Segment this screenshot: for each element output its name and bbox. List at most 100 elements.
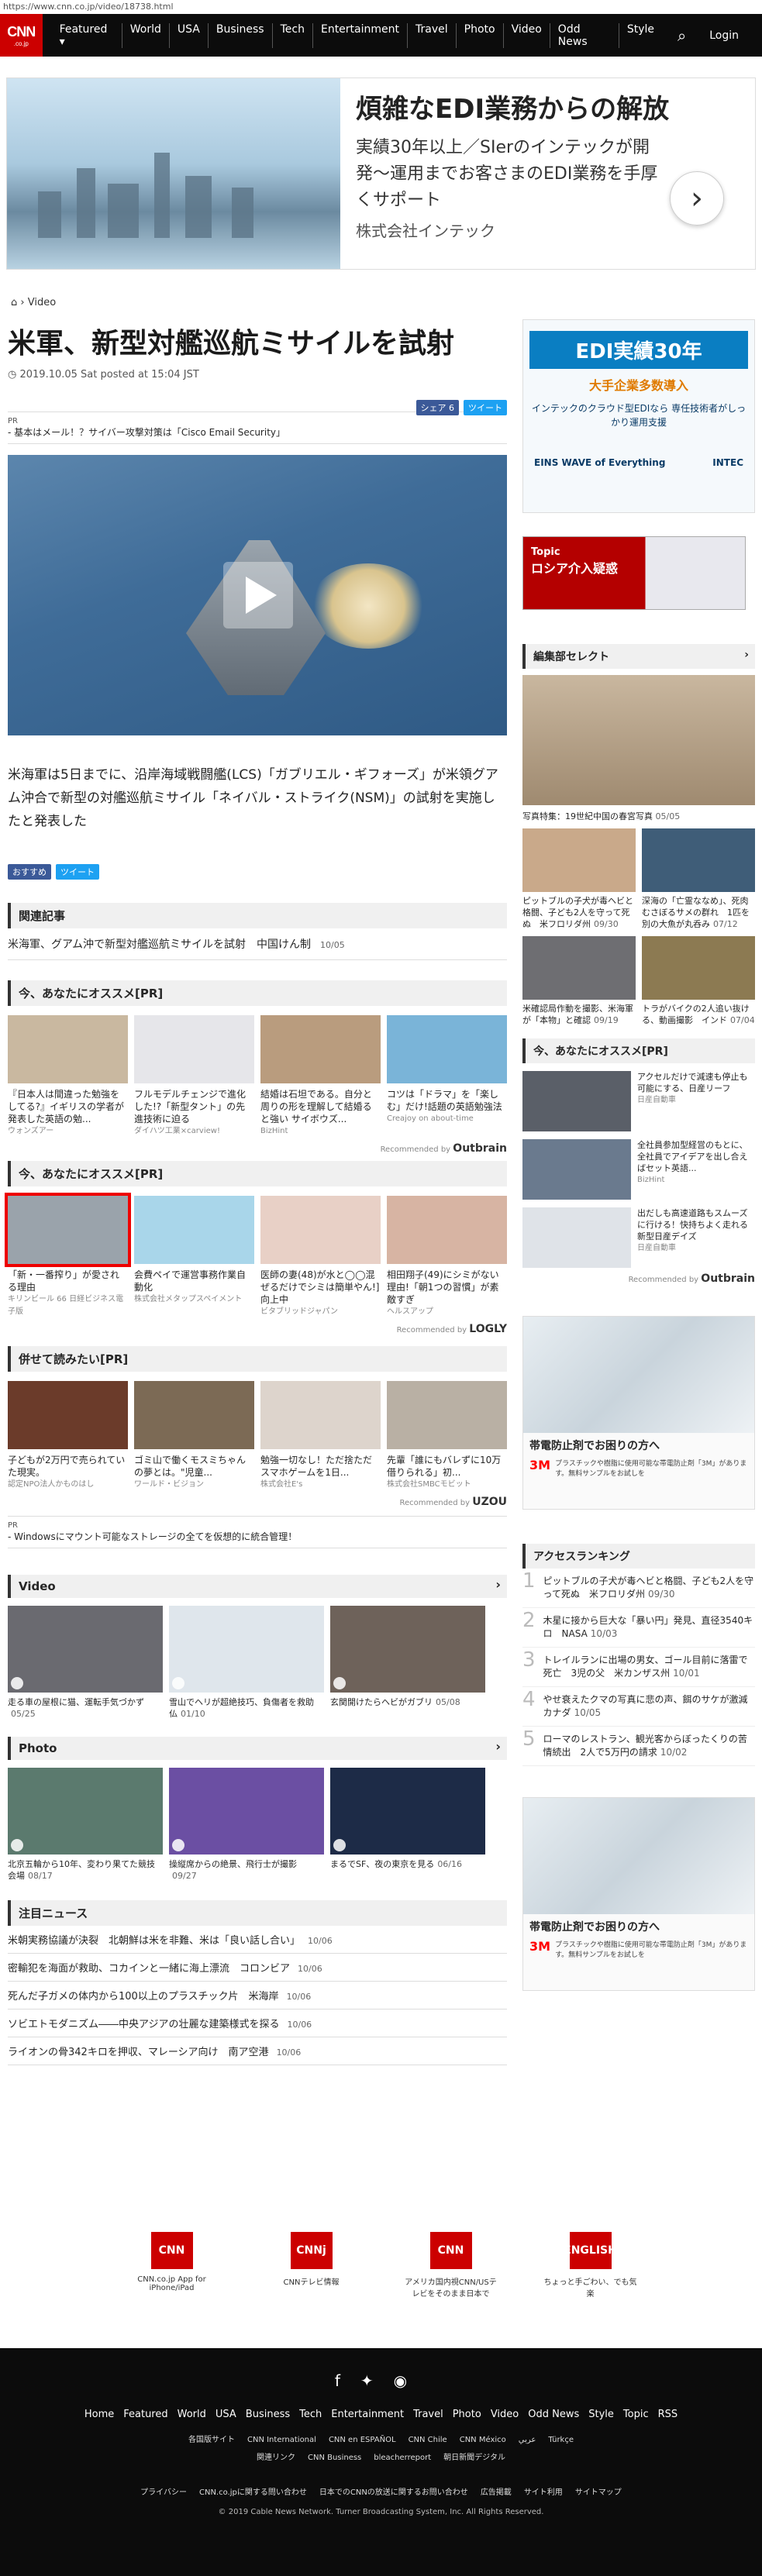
reco2-card[interactable]: 医師の妻(48)が水と◯◯混ぜるだけでシミは簡単やん!]向上中 ビタブリッドジャパ…: [260, 1196, 381, 1318]
side-ad-edi[interactable]: EDI実績30年 大手企業多数導入 インテックのクラウド型EDIなら 専任技術者…: [522, 319, 755, 513]
footer-link[interactable]: Tech: [299, 2409, 322, 2420]
photo-card[interactable]: まるでSF、夜の東京を見る 06/16: [330, 1768, 485, 1882]
reco1-card[interactable]: コツは「ドラマ」を「楽しむ」だけ!話題の英語勉強法 Creajoy on abou…: [387, 1015, 507, 1138]
footer-policy-link[interactable]: 広告掲載: [481, 2488, 512, 2497]
footer-policy-link[interactable]: プライバシー: [140, 2488, 187, 2497]
ranking-item[interactable]: 1 ピットブルの子犬が毒ヘビと格闘、子ども2人を守って死ぬ 米フロリダ州 09/30: [522, 1569, 755, 1608]
reco1-recommended-by[interactable]: Recommended by Outbrain: [8, 1142, 507, 1155]
footer-link[interactable]: Odd News: [528, 2409, 579, 2420]
nav-item-travel[interactable]: Travel: [408, 22, 457, 48]
facebook-recommend-button[interactable]: おすすめ: [8, 864, 51, 880]
ranking-item[interactable]: 3 トレイルランに出場の男女、ゴール目前に落雷で死亡 3児の父 米カンザス州 10/…: [522, 1648, 755, 1687]
nav-item-video[interactable]: Video: [504, 22, 550, 48]
twitter-icon[interactable]: ✦: [360, 2371, 394, 2390]
reco3-card[interactable]: 子どもが2万円で売られていた現実。 認定NPO法人かものはし: [8, 1381, 128, 1491]
video-card[interactable]: 走る車の屋根に猫、運転手気づかず 05/25: [8, 1606, 163, 1720]
side-ad-3m[interactable]: 帯電防止剤でお困りの方へ 3M プラスチックや樹脂に使用可能な帯電防止剤「3M」が…: [522, 1316, 755, 1510]
facebook-share-button[interactable]: シェア 6: [415, 400, 459, 415]
tweet-button-bottom[interactable]: ツイート: [56, 864, 99, 880]
editor-item[interactable]: 米確認局作動を撮影、米海軍が「本物」と確認 09/19: [522, 936, 636, 1026]
footer-link[interactable]: Style: [588, 2409, 614, 2420]
footer-intl-link[interactable]: CNN International: [247, 2436, 316, 2444]
reco3-recommended-by[interactable]: Recommended by UZOU: [8, 1496, 507, 1508]
nav-item-photo[interactable]: Photo: [457, 22, 504, 48]
footer-link[interactable]: Home: [84, 2409, 114, 2420]
nav-item-business[interactable]: Business: [209, 22, 273, 48]
footer-link[interactable]: USA: [215, 2409, 236, 2420]
editor-item[interactable]: ピットブルの子犬が毒ヘビと格闘、子ども2人を守って死ぬ 米フロリダ州 09/30: [522, 828, 636, 930]
editor-select-heading[interactable]: 編集部セレクト ›: [522, 644, 755, 669]
reco1-card[interactable]: 結婚は石坦である。自分と周りの形を理解して結婚ると強い サイボウズ... BizH…: [260, 1015, 381, 1138]
news-item[interactable]: 密輸犯を海面が救助、コカインと一緒に海上漂流 コロンビア 10/06: [8, 1954, 507, 1982]
photo-card[interactable]: 北京五輪から10年、変わり果てた競技会場 08/17: [8, 1768, 163, 1882]
photo-heading[interactable]: Photo ›: [8, 1737, 507, 1760]
pr-link[interactable]: PR - 基本はメール！？サイバー攻撃対策は「Cisco Email Securi…: [8, 412, 507, 444]
footer-link[interactable]: Featured: [123, 2409, 167, 2420]
chevron-right-icon[interactable]: ›: [495, 1739, 501, 1754]
side-reco-item[interactable]: アクセルだけで減速も停止も可能にする、日産リーフ 日産自動車: [522, 1071, 755, 1131]
footer-link[interactable]: Topic: [623, 2409, 649, 2420]
footer-related-link[interactable]: bleacherreport: [374, 2454, 431, 2462]
footer-intl-link[interactable]: CNN México: [460, 2436, 506, 2444]
footer-related-link[interactable]: 関連リンク: [257, 2454, 295, 2462]
chevron-right-icon[interactable]: ›: [670, 171, 724, 226]
side-reco-item[interactable]: 全社員参加型経営のもとに、全社員でアイデアを出し合えばセット英語... BizHi…: [522, 1139, 755, 1200]
footer-link[interactable]: Entertainment: [331, 2409, 404, 2420]
topic-russia-banner[interactable]: Topic ロシア介入疑惑: [522, 536, 746, 610]
footer-link[interactable]: RSS: [658, 2409, 678, 2420]
side-reco-item[interactable]: 出だしも高速道路もスムーズに行ける！快持ちよく走れる新型日産デイズ 日産自動車: [522, 1207, 755, 1268]
ranking-item[interactable]: 5 ローマのレストラン、観光客からぼったくりの苦情続出 2人で5万円の請求 10/0…: [522, 1727, 755, 1766]
photo-card[interactable]: 操縦席からの絶景、飛行士が撮影 09/27: [169, 1768, 324, 1882]
footer-intl-link[interactable]: عربي: [519, 2436, 536, 2444]
related-item[interactable]: 米海軍、グアム沖で新型対艦巡航ミサイルを試射 中国けん制 10/05: [8, 928, 507, 960]
footer-link[interactable]: Travel: [413, 2409, 443, 2420]
footer-link[interactable]: Video: [491, 2409, 519, 2420]
news-item[interactable]: ソビエトモダニズム――中央アジアの壮麗な建築様式を探る 10/06: [8, 2009, 507, 2037]
footer-policy-link[interactable]: サイトマップ: [575, 2488, 622, 2497]
video-player[interactable]: [8, 455, 507, 735]
footer-policy-link[interactable]: サイト利用: [524, 2488, 563, 2497]
pr-link-2[interactable]: PR - Windowsにマウント可能なストレージの全てを仮想的に統合管理！: [8, 1516, 507, 1548]
nav-item-odd-news[interactable]: Odd News: [550, 22, 619, 48]
ranking-item[interactable]: 4 やせ衰えたクマの写真に悲の声、餌のサケが激減 カナダ 10/05: [522, 1687, 757, 1727]
footer-link[interactable]: World: [178, 2409, 206, 2420]
footer-policy-link[interactable]: 日本でのCNNの放送に関するお問い合わせ: [319, 2488, 468, 2497]
nav-item-style[interactable]: Style: [619, 23, 662, 48]
footer-intl-link[interactable]: Türkçe: [548, 2436, 574, 2444]
reco2-card[interactable]: 「新・一番搾り」が愛される理由 キリンビール 66 日経ビジネス電子版: [5, 1193, 131, 1318]
editor-main-item[interactable]: 写真特集：19世紀中国の春宮写真 05/05: [522, 675, 755, 822]
video-card[interactable]: 玄関開けたらヘビがガブリ 05/08: [330, 1606, 485, 1720]
search-icon[interactable]: ⌕: [662, 26, 702, 45]
video-heading[interactable]: Video ›: [8, 1575, 507, 1598]
reco3-card[interactable]: 先輩「誰にもバレずに10万借りられる」初... 株式会社SMBCモビット: [387, 1381, 507, 1491]
cnn-logo[interactable]: CNN .co.jp: [0, 14, 43, 57]
nav-item-usa[interactable]: USA: [170, 22, 209, 48]
editor-item[interactable]: 深海の「亡霊ななめ」、死肉むさぼるサメの群れ 1匹を別の大魚が丸呑み 07/12: [642, 828, 755, 930]
footer-link[interactable]: Business: [246, 2409, 290, 2420]
app-link[interactable]: CNNj CNNテレビ情報: [265, 2232, 358, 2299]
app-link[interactable]: CNN アメリカ国内視CNN/USテレビをそのまま日本で: [405, 2232, 498, 2299]
news-item[interactable]: 米朝実務協議が決裂 北朝鮮は米を非難、米は「良い話し合い」 10/06: [8, 1926, 507, 1954]
home-icon[interactable]: ⌂: [11, 297, 17, 308]
footer-intl-link[interactable]: CNN en ESPAÑOL: [329, 2436, 396, 2444]
ranking-item[interactable]: 2 木星に接から巨大な「暴い円」発見、直径3540キロ NASA 10/03: [522, 1608, 755, 1648]
login-link[interactable]: Login: [702, 29, 762, 42]
app-link[interactable]: CNN CNN.co.jp App for iPhone/iPad: [126, 2232, 219, 2299]
news-item[interactable]: 死んだ子ガメの体内から100以上のプラスチック片 米海岸 10/06: [8, 1982, 507, 2009]
footer-policy-link[interactable]: CNN.co.jpに関する問い合わせ: [199, 2488, 307, 2497]
footer-intl-link[interactable]: CNN Chile: [409, 2436, 447, 2444]
side-reco-recommended-by[interactable]: Recommended by Outbrain: [522, 1273, 755, 1285]
breadcrumb-video[interactable]: Video: [28, 297, 56, 308]
reco3-card[interactable]: ゴミ山で働くモスミちゃんの夢とは。"児童... ワールド・ビジョン: [134, 1381, 254, 1491]
reco2-card[interactable]: 相田翔子(49)にシミがない理由!「朝1つの習慣」が素敵すぎ ヘルスアップ: [387, 1196, 507, 1318]
news-item[interactable]: ライオンの骨342キロを押収、マレーシア向け 南ア空港 10/06: [8, 2037, 507, 2065]
reco3-card[interactable]: 勉強一切なし！ただ捨ただスマホゲームを1日... 株式会社E's: [260, 1381, 381, 1491]
reco2-recommended-by[interactable]: Recommended by LOGLY: [8, 1323, 507, 1335]
footer-link[interactable]: Photo: [453, 2409, 481, 2420]
top-ad-banner[interactable]: 煩雑なEDI業務からの解放 実績30年以上／SIerのインテックが開発〜運用まで…: [6, 77, 756, 270]
footer-related-link[interactable]: CNN Business: [308, 2454, 361, 2462]
play-icon[interactable]: [223, 562, 293, 629]
reco1-card[interactable]: 『日本人は間違った勉強をしてる?』イギリスの学者が発表した英語の勉... ウォンズ…: [8, 1015, 128, 1138]
side-ad-3m-2[interactable]: 帯電防止剤でお困りの方へ 3M プラスチックや樹脂に使用可能な帯電防止剤「3M」が…: [522, 1797, 755, 1991]
nav-item-entertainment[interactable]: Entertainment: [313, 22, 408, 48]
